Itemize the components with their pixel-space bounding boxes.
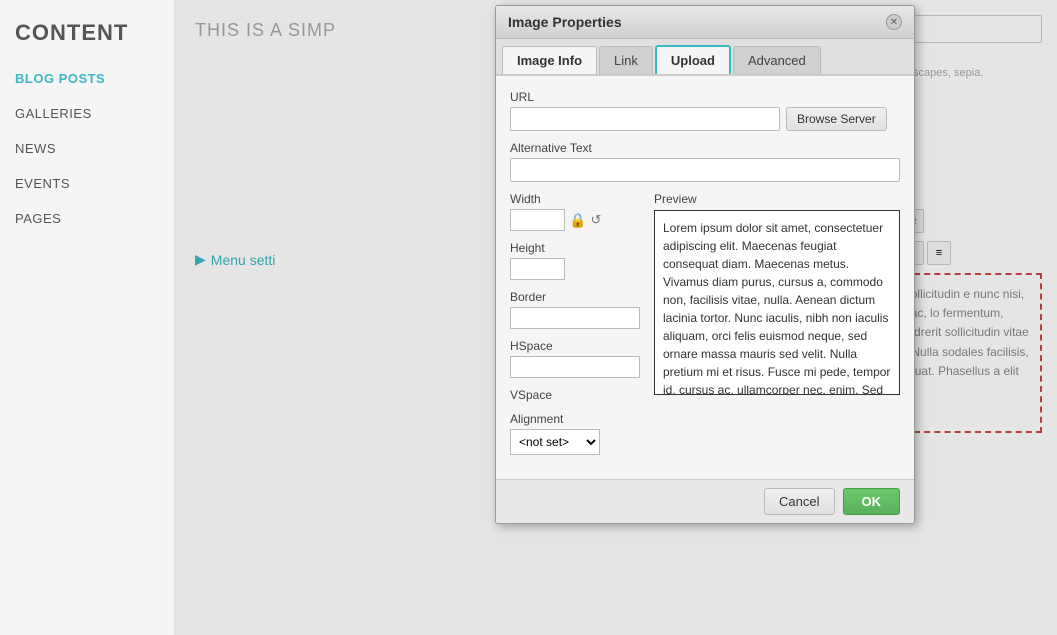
preview-text: Lorem ipsum dolor sit amet, consectetuer…	[663, 221, 890, 395]
border-label: Border	[510, 290, 640, 304]
alignment-label: Alignment	[510, 412, 640, 426]
tab-upload[interactable]: Upload	[655, 45, 731, 74]
sidebar-item-news[interactable]: NEWS	[0, 131, 174, 166]
sidebar-item-pages[interactable]: PAGES	[0, 201, 174, 236]
tab-link[interactable]: Link	[599, 46, 653, 74]
preview-box: Lorem ipsum dolor sit amet, consectetuer…	[654, 210, 900, 395]
width-row: Width 🔒 ↺	[510, 192, 640, 231]
vspace-row: VSpace	[510, 388, 640, 402]
width-input[interactable]	[510, 209, 565, 231]
border-row: Border	[510, 290, 640, 329]
alt-text-input[interactable]	[510, 158, 900, 182]
preview-label: Preview	[654, 192, 900, 206]
width-label: Width	[510, 192, 640, 206]
preview-section: Preview Lorem ipsum dolor sit amet, cons…	[654, 192, 900, 465]
border-input[interactable]	[510, 307, 640, 329]
left-column: Width 🔒 ↺ Height Border	[510, 192, 640, 465]
alt-text-row: Alternative Text	[510, 141, 900, 182]
alignment-row: Alignment <not set> Left Right Top Middl…	[510, 412, 640, 455]
dialog-titlebar: Image Properties ✕	[496, 6, 914, 39]
dialog-body: URL Browse Server Alternative Text	[496, 76, 914, 479]
alt-text-label: Alternative Text	[510, 141, 900, 155]
tab-image-info[interactable]: Image Info	[502, 46, 597, 74]
height-input[interactable]	[510, 258, 565, 280]
hspace-label: HSpace	[510, 339, 640, 353]
ok-button[interactable]: OK	[843, 488, 901, 515]
lock-icon[interactable]: 🔒	[569, 212, 586, 229]
alignment-select[interactable]: <not set> Left Right Top Middle Bottom	[510, 429, 600, 455]
sidebar-item-galleries[interactable]: GALLERIES	[0, 96, 174, 131]
height-row: Height	[510, 241, 640, 280]
sidebar-item-blog-posts[interactable]: BLOG POSTS	[0, 61, 174, 96]
hspace-input[interactable]	[510, 356, 640, 378]
tab-advanced[interactable]: Advanced	[733, 46, 821, 74]
two-col-layout: Width 🔒 ↺ Height Border	[510, 192, 900, 465]
image-properties-dialog: Image Properties ✕ Image Info Link Uploa…	[495, 5, 915, 524]
vspace-label: VSpace	[510, 388, 640, 402]
browse-server-button[interactable]: Browse Server	[786, 107, 887, 131]
sidebar-item-events[interactable]: EVENTS	[0, 166, 174, 201]
refresh-icon[interactable]: ↺	[590, 212, 601, 228]
dialog-footer: Cancel OK	[496, 479, 914, 523]
url-label: URL	[510, 90, 900, 104]
page-wrapper: CONTENT BLOG POSTS GALLERIES NEWS EVENTS…	[0, 0, 1057, 635]
main-content: THIS IS A SIMP Examples: portraits, land…	[175, 0, 1057, 635]
height-label: Height	[510, 241, 640, 255]
url-row: URL Browse Server	[510, 90, 900, 131]
url-row-inline: Browse Server	[510, 107, 900, 131]
dialog-tabs: Image Info Link Upload Advanced	[496, 39, 914, 76]
url-input[interactable]	[510, 107, 780, 131]
hspace-row: HSpace	[510, 339, 640, 378]
cancel-button[interactable]: Cancel	[764, 488, 834, 515]
dialog-title: Image Properties	[508, 14, 622, 30]
sidebar-title: CONTENT	[0, 0, 174, 61]
sidebar: CONTENT BLOG POSTS GALLERIES NEWS EVENTS…	[0, 0, 175, 635]
dialog-close-button[interactable]: ✕	[886, 14, 902, 30]
width-input-row: 🔒 ↺	[510, 209, 640, 231]
